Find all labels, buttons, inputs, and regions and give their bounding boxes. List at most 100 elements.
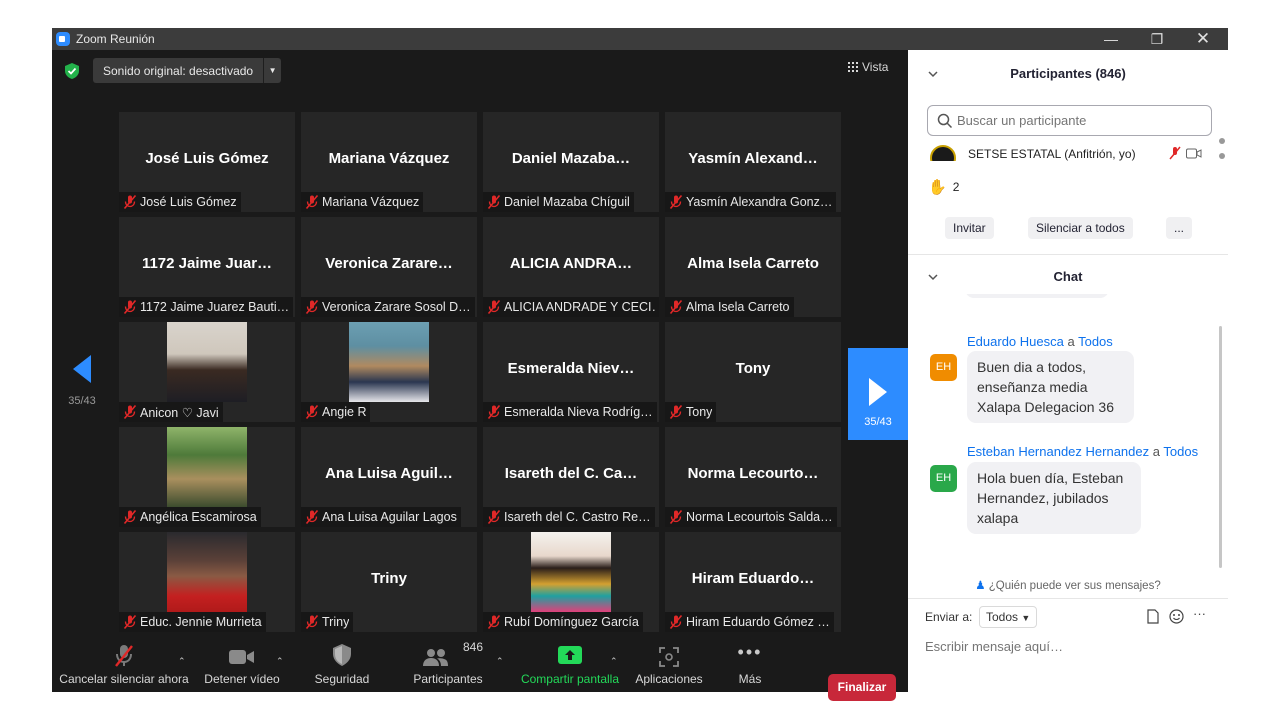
end-meeting-button[interactable]: Finalizar (828, 674, 896, 701)
participant-tile[interactable]: 1172 Jaime Juar… 1172 Jaime Juarez Bauti… (119, 217, 295, 317)
audio-options-caret[interactable]: ⌃ (178, 656, 186, 667)
chat-message-input[interactable] (925, 639, 1215, 654)
participant-display-name: Ana Luisa Aguil… (325, 465, 453, 482)
window-title: Zoom Reunión (76, 32, 155, 46)
more-button[interactable]: ••• Más (726, 636, 774, 692)
message-sender[interactable]: Esteban Hernandez Hernandez (967, 444, 1149, 459)
security-button[interactable]: Seguridad (308, 636, 376, 692)
participant-name-label: Alma Isela Carreto (686, 300, 790, 314)
apps-button[interactable]: Aplicaciones (630, 636, 708, 692)
video-options-caret[interactable]: ⌃ (276, 656, 284, 667)
chat-scrollbar[interactable] (1219, 326, 1222, 568)
participant-name-label: Mariana Vázquez (322, 195, 420, 209)
participant-name-bar: Isareth del C. Castro Re… (483, 507, 655, 527)
avatar: EH (930, 354, 957, 381)
apps-label: Aplicaciones (635, 672, 703, 686)
participant-display-name: Isareth del C. Ca… (504, 465, 638, 482)
participant-name-bar: Angie R (301, 402, 371, 422)
participant-tile[interactable]: Anicon ♡ Javi (119, 322, 295, 422)
participants-options-caret[interactable]: ⌃ (496, 656, 504, 667)
muted-mic-icon (122, 299, 138, 315)
participant-tile[interactable]: José Luis Gómez José Luis Gómez (119, 112, 295, 212)
participant-name-label: José Luis Gómez (140, 195, 237, 209)
participants-scrollbar[interactable] (1219, 138, 1225, 144)
message-sender[interactable]: Eduardo Huesca (967, 334, 1064, 349)
who-can-see-link[interactable]: ♟ ¿Quién puede ver sus mensajes? (908, 578, 1228, 592)
divider (908, 598, 1228, 599)
participant-tile[interactable]: Angie R (301, 322, 477, 422)
participants-more-button[interactable]: ... (1166, 217, 1193, 239)
participant-tile[interactable]: Daniel Mazaba… Daniel Mazaba Chíguil (483, 112, 659, 212)
participant-tile[interactable]: Ana Luisa Aguil… Ana Luisa Aguilar Lagos (301, 427, 477, 527)
participant-tile[interactable]: Isareth del C. Ca… Isareth del C. Castro … (483, 427, 659, 527)
chevron-down-icon[interactable]: ▼ (263, 58, 281, 83)
participant-tile[interactable]: Angélica Escamirosa (119, 427, 295, 527)
participant-video-frame (167, 427, 247, 507)
share-screen-button[interactable]: Compartir pantalla (518, 636, 622, 692)
more-dots-icon: ••• (737, 642, 763, 662)
participant-name-bar: José Luis Gómez (119, 192, 241, 212)
file-icon[interactable] (1147, 609, 1159, 624)
participants-title: Participantes (846) (1010, 66, 1126, 81)
chat-more-icon[interactable]: ··· (1193, 606, 1206, 621)
participants-label: Participantes (413, 672, 483, 686)
participant-name-label: Anicon ♡ Javi (140, 405, 219, 420)
participant-tile[interactable]: ALICIA ANDRA… ALICIA ANDRADE Y CECI… (483, 217, 659, 317)
send-to-value: Todos (986, 610, 1019, 624)
prev-page-button[interactable]: 35/43 (64, 355, 100, 407)
host-participant-row[interactable]: SETSE ESTATAL (Anfitrión, yo) (928, 143, 1214, 161)
original-sound-button[interactable]: Sonido original: desactivado ▼ (93, 58, 282, 83)
participant-name-bar: Triny (301, 612, 354, 632)
apps-icon (659, 647, 679, 667)
send-to-select[interactable]: Todos ▼ (979, 606, 1038, 628)
muted-mic-icon (668, 404, 684, 420)
zoom-window: Zoom Reunión — ❐ ✕ Sonido original: desa… (52, 28, 1228, 701)
muted-mic-icon (486, 299, 502, 315)
invite-button[interactable]: Invitar (945, 217, 994, 239)
stop-video-button[interactable]: Detener vídeo (198, 636, 286, 692)
participants-scrollbar-end[interactable] (1219, 153, 1225, 159)
mute-all-button[interactable]: Silenciar a todos (1028, 217, 1133, 239)
muted-mic-icon (304, 509, 320, 525)
participant-name-bar: Educ. Jennie Murrieta (119, 612, 266, 632)
participant-display-name: Mariana Vázquez (328, 150, 450, 167)
participants-button[interactable]: 846 Participantes (404, 636, 492, 692)
participant-tile[interactable]: Educ. Jennie Murrieta (119, 532, 295, 632)
participant-tile[interactable]: Yasmín Alexand… Yasmín Alexandra Gonz… (665, 112, 841, 212)
participant-tile[interactable]: Hiram Eduardo… Hiram Eduardo Gómez … (665, 532, 841, 632)
participant-name-label: Norma Lecourtois Salda… (686, 510, 833, 524)
participant-search-input[interactable] (957, 113, 1207, 128)
participant-tile[interactable]: Triny Triny (301, 532, 477, 632)
participant-tile[interactable]: Veronica Zarare… Veronica Zarare Sosol D… (301, 217, 477, 317)
participant-tile[interactable]: Rubí Domínguez García (483, 532, 659, 632)
muted-mic-icon (668, 614, 684, 630)
participant-name-bar: Veronica Zarare Sosol D… (301, 297, 475, 317)
divider (908, 254, 1228, 255)
participant-video-frame (531, 532, 611, 612)
participant-name-bar: Norma Lecourtois Salda… (665, 507, 837, 527)
participant-display-name: ALICIA ANDRA… (509, 255, 633, 272)
share-options-caret[interactable]: ⌃ (610, 656, 618, 667)
muted-mic-icon (304, 614, 320, 630)
unmute-button[interactable]: Cancelar silenciar ahora (58, 636, 190, 692)
participant-tile[interactable]: Tony Tony (665, 322, 841, 422)
participant-tile[interactable]: Alma Isela Carreto Alma Isela Carreto (665, 217, 841, 317)
participant-search[interactable] (927, 105, 1212, 136)
next-page-button[interactable]: 35/43 (848, 348, 908, 440)
muted-mic-icon (304, 194, 320, 210)
raised-hands-row[interactable]: ✋ 2 (928, 178, 959, 196)
security-shield-icon (333, 644, 351, 666)
minimize-button[interactable]: — (1088, 28, 1134, 50)
stop-video-label: Detener vídeo (204, 672, 280, 686)
participant-tile[interactable]: Esmeralda Niev… Esmeralda Nieva Rodríg… (483, 322, 659, 422)
view-button[interactable]: Vista (848, 60, 888, 74)
participant-name-label: Veronica Zarare Sosol D… (322, 300, 471, 314)
restore-button[interactable]: ❐ (1134, 28, 1180, 50)
encryption-shield-icon[interactable] (65, 63, 79, 79)
participant-tile[interactable]: Mariana Vázquez Mariana Vázquez (301, 112, 477, 212)
close-button[interactable]: ✕ (1180, 28, 1226, 50)
emoji-icon[interactable] (1169, 609, 1184, 624)
participant-name-bar: Anicon ♡ Javi (119, 402, 223, 422)
participant-tile[interactable]: Norma Lecourto… Norma Lecourtois Salda… (665, 427, 841, 527)
participant-name-label: Yasmín Alexandra Gonz… (686, 195, 833, 209)
